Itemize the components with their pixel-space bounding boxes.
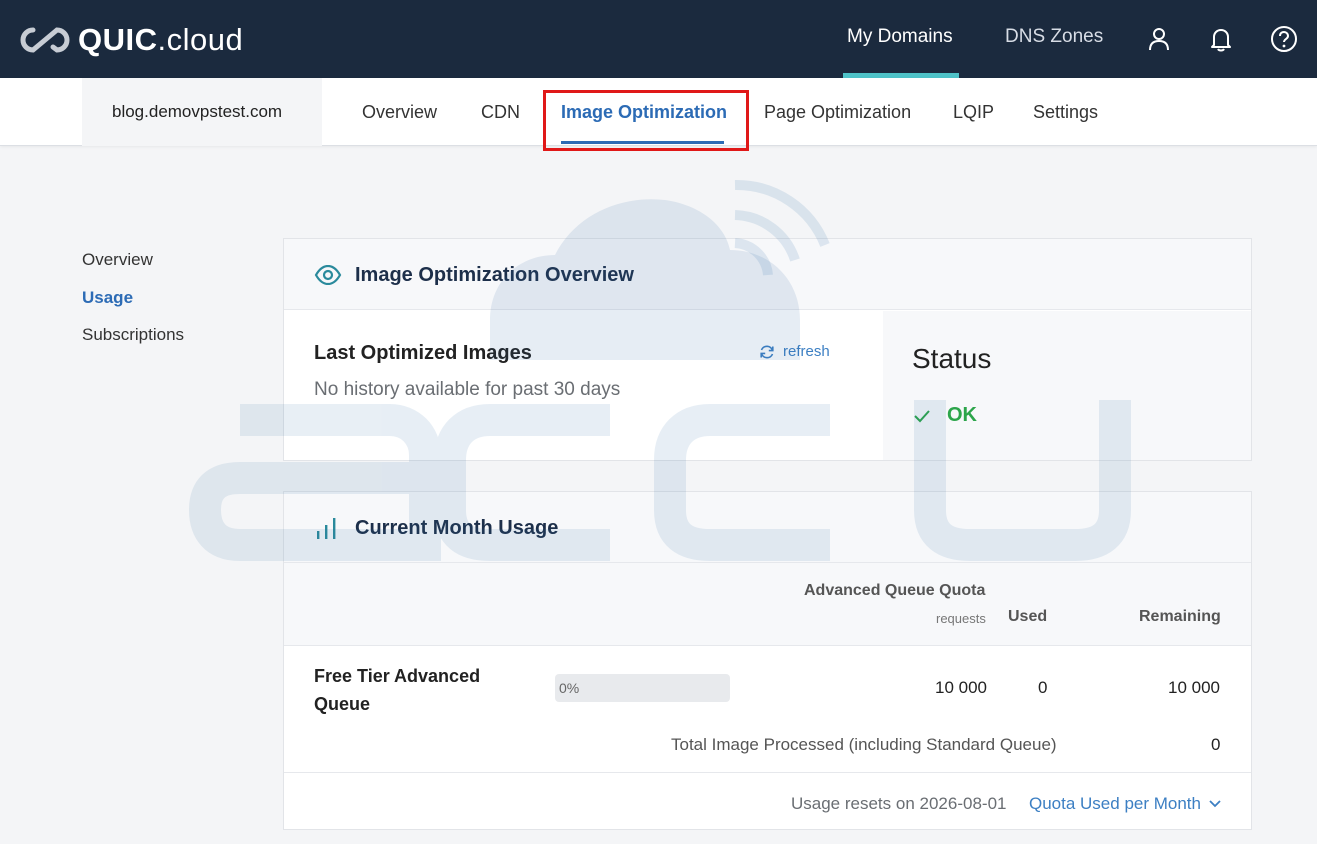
image-optimization-overview-card: Image Optimization Overview Last Optimiz… bbox=[283, 238, 1252, 461]
tab-overview[interactable]: Overview bbox=[362, 102, 437, 123]
logo-text-rest: .cloud bbox=[157, 22, 244, 57]
logo-infinity-icon bbox=[20, 27, 70, 53]
user-icon[interactable] bbox=[1145, 25, 1173, 53]
header-remaining: Remaining bbox=[1139, 608, 1221, 625]
quic-cloud-logo[interactable]: QUIC.cloud bbox=[20, 22, 243, 58]
status-value: OK bbox=[913, 404, 977, 427]
tab-lqip[interactable]: LQIP bbox=[953, 102, 994, 123]
topnav-my-domains[interactable]: My Domains bbox=[847, 26, 953, 48]
check-icon bbox=[914, 409, 930, 422]
eye-icon bbox=[314, 265, 342, 285]
total-processed-value: 0 bbox=[1211, 735, 1221, 754]
usage-table-header: Advanced Queue Quota requests Used Remai… bbox=[284, 563, 1251, 646]
top-navbar: QUIC.cloud My Domains DNS Zones bbox=[0, 0, 1317, 78]
row-used-value: 0 bbox=[1038, 678, 1048, 697]
bar-chart-icon bbox=[317, 518, 336, 539]
quota-link-label: Quota Used per Month bbox=[1029, 794, 1201, 813]
quota-used-per-month-link[interactable]: Quota Used per Month bbox=[1029, 794, 1221, 814]
row-quota-value: 10 000 bbox=[935, 678, 987, 697]
sidemenu-overview[interactable]: Overview bbox=[82, 250, 153, 270]
refresh-button[interactable]: refresh bbox=[759, 343, 830, 360]
last-optimized-title: Last Optimized Images bbox=[314, 342, 532, 364]
annotation-highlight-box bbox=[543, 90, 749, 151]
quota-progress-bar: 0% bbox=[555, 674, 730, 702]
help-icon[interactable] bbox=[1270, 25, 1298, 53]
tab-page-optimization[interactable]: Page Optimization bbox=[764, 102, 911, 123]
tab-settings[interactable]: Settings bbox=[1033, 102, 1098, 123]
sidemenu-subscriptions[interactable]: Subscriptions bbox=[82, 325, 184, 345]
status-panel: Status OK bbox=[883, 311, 1251, 460]
usage-card-footer: Usage resets on 2026-08-01 Quota Used pe… bbox=[284, 772, 1251, 829]
usage-card-title: Current Month Usage bbox=[355, 517, 559, 539]
last-optimized-empty: No history available for past 30 days bbox=[314, 379, 621, 400]
bell-icon[interactable] bbox=[1207, 25, 1235, 53]
header-quota: Advanced Queue Quota bbox=[804, 582, 986, 599]
refresh-label: refresh bbox=[783, 343, 830, 360]
usage-reset-text: Usage resets on 2026-08-01 bbox=[791, 794, 1007, 813]
total-processed-label: Total Image Processed (including Standar… bbox=[671, 735, 1057, 754]
domain-selector[interactable]: blog.demovpstest.com bbox=[82, 78, 322, 146]
status-title: Status bbox=[912, 343, 992, 374]
overview-card-title: Image Optimization Overview bbox=[355, 264, 634, 286]
row-free-tier-label: Free Tier Advanced Queue bbox=[314, 666, 481, 714]
overview-card-header: Image Optimization Overview bbox=[284, 239, 1251, 310]
chevron-down-icon bbox=[1209, 800, 1221, 808]
header-used: Used bbox=[1008, 608, 1048, 625]
sidemenu-usage[interactable]: Usage bbox=[82, 288, 133, 308]
logo-text-bold: QUIC bbox=[78, 22, 158, 57]
header-quota-unit: requests bbox=[936, 611, 986, 626]
tab-cdn[interactable]: CDN bbox=[481, 102, 520, 123]
domain-name: blog.demovpstest.com bbox=[112, 102, 283, 121]
current-month-usage-card: Current Month Usage Advanced Queue Quota… bbox=[283, 491, 1252, 830]
usage-card-header: Current Month Usage bbox=[284, 492, 1251, 563]
status-ok-text: OK bbox=[947, 404, 977, 426]
topnav-dns-zones[interactable]: DNS Zones bbox=[1005, 26, 1103, 48]
refresh-icon bbox=[760, 344, 774, 359]
quota-progress-label: 0% bbox=[559, 680, 580, 696]
row-remaining-value: 10 000 bbox=[1168, 678, 1220, 697]
domain-subnav: blog.demovpstest.com Overview CDN Image … bbox=[0, 78, 1317, 151]
